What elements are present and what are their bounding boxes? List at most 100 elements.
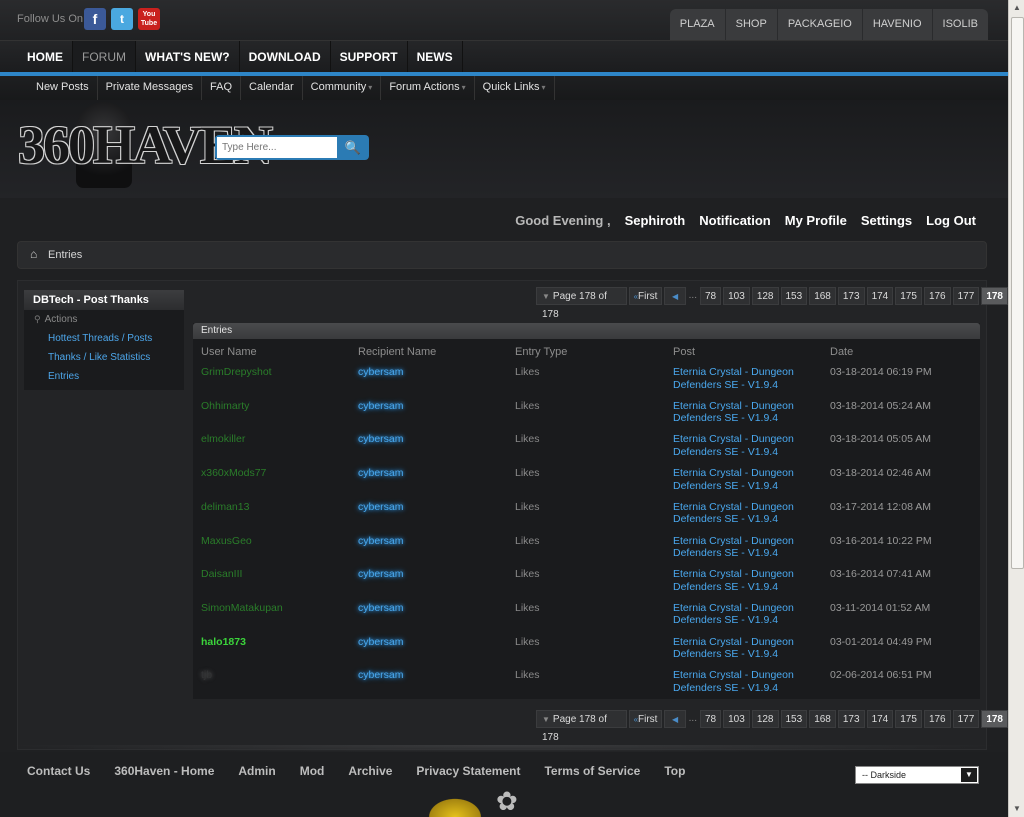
style-selector[interactable]: -- Darkside ▼: [855, 766, 979, 784]
page-link[interactable]: 103: [723, 710, 750, 728]
page-link[interactable]: 153: [780, 287, 808, 305]
search-input[interactable]: [217, 137, 337, 158]
facebook-icon[interactable]: f: [84, 8, 106, 30]
page-link[interactable]: 128: [751, 710, 779, 728]
post-link[interactable]: Eternia Crystal - Dungeon Defenders SE - …: [673, 501, 813, 526]
twitter-icon[interactable]: t: [111, 8, 133, 30]
recipient-name-link[interactable]: cybersam: [358, 669, 404, 682]
youtube-icon[interactable]: You Tube: [138, 8, 160, 30]
page-link[interactable]: 103: [723, 287, 750, 305]
page-link[interactable]: 168: [809, 710, 836, 728]
user-name-link[interactable]: DaisanIII: [201, 568, 242, 581]
vertical-scrollbar[interactable]: ▲ ▼: [1008, 0, 1024, 817]
prev-page-button[interactable]: ◀: [664, 287, 686, 305]
toplink-plaza[interactable]: PLAZA: [670, 9, 725, 40]
post-link[interactable]: Eternia Crystal - Dungeon Defenders SE - …: [673, 433, 813, 458]
subnav-new-posts[interactable]: New Posts: [28, 76, 98, 100]
scrollbar-thumb[interactable]: [1011, 17, 1024, 569]
toplink-shop[interactable]: SHOP: [724, 9, 777, 40]
toplink-havenio[interactable]: HAVENIO: [861, 9, 932, 40]
nav-tab-support[interactable]: SUPPORT: [331, 41, 408, 73]
sidebar-item-entries[interactable]: Entries: [24, 367, 184, 386]
settings-link[interactable]: Settings: [861, 213, 912, 228]
first-page-button[interactable]: «First: [628, 710, 663, 728]
subnav-private-messages[interactable]: Private Messages: [98, 76, 203, 100]
page-link[interactable]: 173: [837, 287, 865, 305]
page-link[interactable]: 78: [700, 287, 722, 305]
recipient-name-link[interactable]: cybersam: [358, 433, 404, 446]
sidebar-item-hottest-threads[interactable]: Hottest Threads / Posts: [24, 329, 184, 348]
recipient-name-link[interactable]: cybersam: [358, 636, 404, 649]
recipient-name-link[interactable]: cybersam: [358, 400, 404, 413]
page-link[interactable]: 153: [780, 710, 808, 728]
scroll-down-arrow-icon[interactable]: ▼: [1010, 801, 1024, 817]
page-link[interactable]: 168: [809, 287, 836, 305]
recipient-name-link[interactable]: cybersam: [358, 535, 404, 548]
footer-link-privacy[interactable]: Privacy Statement: [416, 764, 520, 778]
first-page-button[interactable]: «First: [628, 287, 663, 305]
search-icon[interactable]: 🔍: [339, 137, 367, 158]
subnav-quick-links[interactable]: Quick Links ▾: [475, 76, 555, 100]
footer-link-home[interactable]: 360Haven - Home: [114, 764, 214, 778]
footer-link-admin[interactable]: Admin: [238, 764, 275, 778]
subnav-calendar[interactable]: Calendar: [241, 76, 303, 100]
home-icon[interactable]: ⌂: [30, 248, 42, 260]
user-name-link[interactable]: x360xMods77: [201, 467, 266, 480]
page-link[interactable]: 175: [895, 710, 922, 728]
user-name-link[interactable]: MaxusGeo: [201, 535, 252, 548]
page-link[interactable]: 78: [700, 710, 722, 728]
scroll-up-arrow-icon[interactable]: ▲: [1010, 0, 1024, 16]
sidebar-item-thanks-statistics[interactable]: Thanks / Like Statistics: [24, 348, 184, 367]
footer-link-terms[interactable]: Terms of Service: [544, 764, 640, 778]
page-link[interactable]: 177: [952, 710, 980, 728]
recipient-name-link[interactable]: cybersam: [358, 366, 404, 379]
user-name-link[interactable]: SimonMatakupan: [201, 602, 283, 615]
logout-link[interactable]: Log Out: [926, 213, 976, 228]
post-link[interactable]: Eternia Crystal - Dungeon Defenders SE - …: [673, 602, 813, 627]
user-name-link[interactable]: GrimDrepyshot: [201, 366, 272, 379]
nav-tab-home[interactable]: HOME: [18, 41, 73, 73]
post-link[interactable]: Eternia Crystal - Dungeon Defenders SE - …: [673, 535, 813, 560]
my-profile-link[interactable]: My Profile: [785, 213, 847, 228]
nav-tab-news[interactable]: NEWS: [408, 41, 463, 73]
page-indicator[interactable]: ▼ Page 178 of 178: [536, 710, 627, 743]
footer-link-archive[interactable]: Archive: [348, 764, 392, 778]
toplink-packageio[interactable]: PACKAGEIO: [776, 9, 862, 40]
recipient-name-link[interactable]: cybersam: [358, 467, 404, 480]
footer-link-contact-us[interactable]: Contact Us: [27, 764, 90, 778]
post-link[interactable]: Eternia Crystal - Dungeon Defenders SE - …: [673, 366, 813, 391]
subnav-forum-actions[interactable]: Forum Actions ▾: [381, 76, 475, 100]
page-link[interactable]: 173: [837, 710, 865, 728]
user-name-link[interactable]: deliman13: [201, 501, 249, 514]
post-link[interactable]: Eternia Crystal - Dungeon Defenders SE - …: [673, 636, 813, 661]
user-name-link[interactable]: elmokiller: [201, 433, 245, 446]
footer-link-top[interactable]: Top: [664, 764, 685, 778]
page-link[interactable]: 177: [952, 287, 980, 305]
username-link[interactable]: Sephiroth: [625, 213, 686, 228]
page-link[interactable]: 174: [866, 710, 894, 728]
prev-page-button[interactable]: ◀: [664, 710, 686, 728]
recipient-name-link[interactable]: cybersam: [358, 602, 404, 615]
post-link[interactable]: Eternia Crystal - Dungeon Defenders SE - …: [673, 467, 813, 492]
toplink-isolib[interactable]: ISOLIB: [931, 9, 988, 40]
recipient-name-link[interactable]: cybersam: [358, 568, 404, 581]
page-link[interactable]: 176: [923, 287, 951, 305]
page-link[interactable]: 128: [751, 287, 779, 305]
subnav-faq[interactable]: FAQ: [202, 76, 242, 100]
nav-tab-forum[interactable]: FORUM: [73, 41, 136, 73]
nav-tab-download[interactable]: DOWNLOAD: [240, 41, 331, 73]
site-logo[interactable]: 360HAVEN: [18, 102, 273, 188]
page-link[interactable]: 176: [923, 710, 951, 728]
post-link[interactable]: Eternia Crystal - Dungeon Defenders SE - …: [673, 669, 813, 694]
user-name-link[interactable]: Ohhimarty: [201, 400, 249, 413]
footer-link-mod[interactable]: Mod: [300, 764, 325, 778]
notification-link[interactable]: Notification: [699, 213, 771, 228]
page-link[interactable]: 175: [895, 287, 922, 305]
post-link[interactable]: Eternia Crystal - Dungeon Defenders SE - …: [673, 568, 813, 593]
user-name-link[interactable]: halo1873: [201, 636, 246, 649]
post-link[interactable]: Eternia Crystal - Dungeon Defenders SE - …: [673, 400, 813, 425]
subnav-community[interactable]: Community ▾: [303, 76, 382, 100]
recipient-name-link[interactable]: cybersam: [358, 501, 404, 514]
user-name-link[interactable]: tjb: [201, 669, 212, 682]
nav-tab-whats-new[interactable]: WHAT'S NEW?: [136, 41, 240, 73]
